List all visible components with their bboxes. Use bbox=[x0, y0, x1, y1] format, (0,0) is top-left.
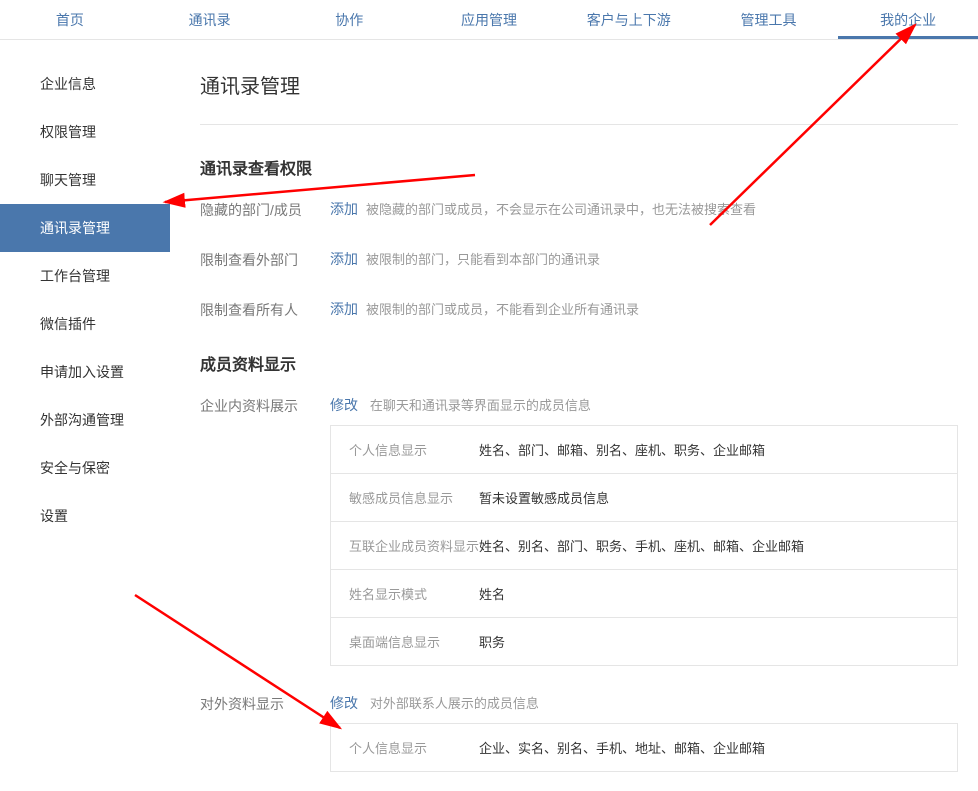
row-content: 修改 在聊天和通讯录等界面显示的成员信息 个人信息显示姓名、部门、邮箱、别名、座… bbox=[330, 395, 958, 665]
sidebar-item[interactable]: 外部沟通管理 bbox=[0, 396, 170, 444]
row-content: 添加被限制的部门，只能看到本部门的通讯录 bbox=[330, 249, 958, 269]
topnav-item[interactable]: 我的企业 bbox=[838, 0, 978, 39]
info-box: 敏感成员信息显示暂未设置敏感成员信息 bbox=[330, 473, 958, 522]
row-label: 隐藏的部门/成员 bbox=[200, 199, 330, 221]
topnav-item[interactable]: 客户与上下游 bbox=[559, 0, 699, 39]
row-desc: 在聊天和通讯录等界面显示的成员信息 bbox=[370, 398, 591, 413]
row-label: 限制查看外部门 bbox=[200, 249, 330, 271]
top-nav: 首页通讯录协作应用管理客户与上下游管理工具我的企业 bbox=[0, 0, 978, 40]
info-box-label: 互联企业成员资料显示 bbox=[349, 536, 479, 555]
page-title: 通讯录管理 bbox=[200, 70, 958, 125]
info-box-value: 姓名 bbox=[479, 584, 505, 603]
info-box-value: 职务 bbox=[479, 632, 505, 651]
section-title-view-permission: 通讯录查看权限 bbox=[200, 155, 958, 179]
add-link[interactable]: 添加 bbox=[330, 301, 358, 317]
external-display-row: 对外资料显示 修改 对外部联系人展示的成员信息 个人信息显示企业、实名、别名、手… bbox=[200, 693, 958, 771]
sidebar-item[interactable]: 权限管理 bbox=[0, 108, 170, 156]
row-label: 限制查看所有人 bbox=[200, 299, 330, 321]
row-label: 对外资料显示 bbox=[200, 693, 330, 715]
permission-row: 限制查看外部门添加被限制的部门，只能看到本部门的通讯录 bbox=[200, 249, 958, 271]
add-link[interactable]: 添加 bbox=[330, 201, 358, 217]
info-box-value: 姓名、别名、部门、职务、手机、座机、邮箱、企业邮箱 bbox=[479, 536, 804, 555]
topnav-item[interactable]: 协作 bbox=[279, 0, 419, 39]
info-box-label: 桌面端信息显示 bbox=[349, 632, 479, 651]
modify-link[interactable]: 修改 bbox=[330, 397, 358, 413]
info-box-label: 敏感成员信息显示 bbox=[349, 488, 479, 507]
topnav-item[interactable]: 通讯录 bbox=[140, 0, 280, 39]
row-label: 企业内资料展示 bbox=[200, 395, 330, 417]
sidebar-item[interactable]: 安全与保密 bbox=[0, 444, 170, 492]
sidebar-item[interactable]: 企业信息 bbox=[0, 60, 170, 108]
row-desc: 被隐藏的部门或成员，不会显示在公司通讯录中，也无法被搜索查看 bbox=[366, 202, 756, 217]
row-desc: 被限制的部门，只能看到本部门的通讯录 bbox=[366, 252, 600, 267]
container: 企业信息权限管理聊天管理通讯录管理工作台管理微信插件申请加入设置外部沟通管理安全… bbox=[0, 50, 978, 791]
info-box: 姓名显示模式姓名 bbox=[330, 569, 958, 618]
modify-link[interactable]: 修改 bbox=[330, 695, 358, 711]
sidebar-item[interactable]: 申请加入设置 bbox=[0, 348, 170, 396]
sidebar-item[interactable]: 聊天管理 bbox=[0, 156, 170, 204]
info-box-label: 姓名显示模式 bbox=[349, 584, 479, 603]
topnav-item[interactable]: 应用管理 bbox=[419, 0, 559, 39]
info-box-value: 企业、实名、别名、手机、地址、邮箱、企业邮箱 bbox=[479, 738, 765, 757]
row-desc: 被限制的部门或成员，不能看到企业所有通讯录 bbox=[366, 302, 639, 317]
info-box-value: 姓名、部门、邮箱、别名、座机、职务、企业邮箱 bbox=[479, 440, 765, 459]
internal-display-row: 企业内资料展示 修改 在聊天和通讯录等界面显示的成员信息 个人信息显示姓名、部门… bbox=[200, 395, 958, 665]
row-content: 添加被隐藏的部门或成员，不会显示在公司通讯录中，也无法被搜索查看 bbox=[330, 199, 958, 219]
topnav-item[interactable]: 管理工具 bbox=[699, 0, 839, 39]
sidebar-item[interactable]: 工作台管理 bbox=[0, 252, 170, 300]
row-content: 添加被限制的部门或成员，不能看到企业所有通讯录 bbox=[330, 299, 958, 319]
info-box-label: 个人信息显示 bbox=[349, 440, 479, 459]
info-box-value: 暂未设置敏感成员信息 bbox=[479, 488, 609, 507]
sidebar: 企业信息权限管理聊天管理通讯录管理工作台管理微信插件申请加入设置外部沟通管理安全… bbox=[0, 50, 170, 791]
section-title-member-display: 成员资料显示 bbox=[200, 351, 958, 375]
topnav-item[interactable]: 首页 bbox=[0, 0, 140, 39]
sidebar-item[interactable]: 微信插件 bbox=[0, 300, 170, 348]
info-box: 互联企业成员资料显示姓名、别名、部门、职务、手机、座机、邮箱、企业邮箱 bbox=[330, 521, 958, 570]
add-link[interactable]: 添加 bbox=[330, 251, 358, 267]
info-box-label: 个人信息显示 bbox=[349, 738, 479, 757]
row-content: 修改 对外部联系人展示的成员信息 个人信息显示企业、实名、别名、手机、地址、邮箱… bbox=[330, 693, 958, 771]
info-box: 个人信息显示企业、实名、别名、手机、地址、邮箱、企业邮箱 bbox=[330, 723, 958, 772]
permission-row: 隐藏的部门/成员添加被隐藏的部门或成员，不会显示在公司通讯录中，也无法被搜索查看 bbox=[200, 199, 958, 221]
permission-row: 限制查看所有人添加被限制的部门或成员，不能看到企业所有通讯录 bbox=[200, 299, 958, 321]
info-box: 桌面端信息显示职务 bbox=[330, 617, 958, 666]
info-box: 个人信息显示姓名、部门、邮箱、别名、座机、职务、企业邮箱 bbox=[330, 425, 958, 474]
main-content: 通讯录管理 通讯录查看权限 隐藏的部门/成员添加被隐藏的部门或成员，不会显示在公… bbox=[170, 50, 978, 791]
row-desc: 对外部联系人展示的成员信息 bbox=[370, 696, 539, 711]
sidebar-item[interactable]: 通讯录管理 bbox=[0, 204, 170, 252]
sidebar-item[interactable]: 设置 bbox=[0, 492, 170, 540]
